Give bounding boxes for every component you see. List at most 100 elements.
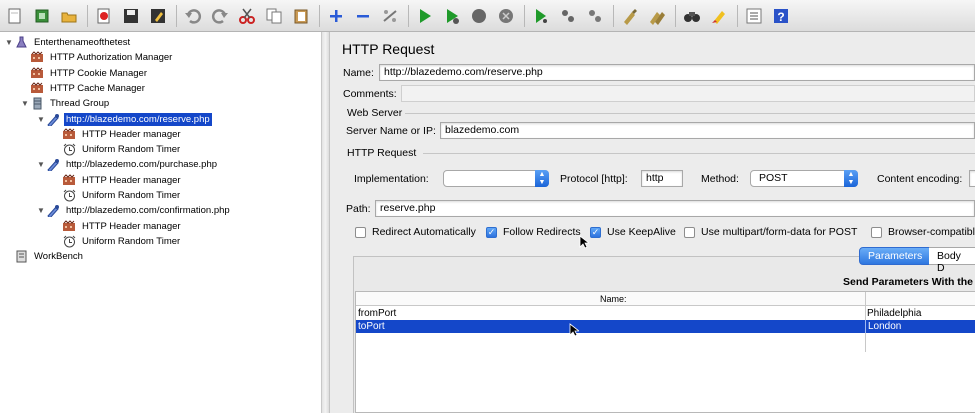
stop-icon[interactable]	[468, 5, 490, 27]
config-element-icon	[30, 81, 44, 95]
checkbox-label: Browser-compatibl	[888, 226, 975, 238]
clear-all-icon[interactable]	[646, 5, 668, 27]
undo-icon[interactable]	[182, 5, 204, 27]
server-name-field[interactable]: blazedemo.com	[440, 122, 975, 139]
splitter[interactable]	[322, 32, 330, 413]
expand-triangle-icon[interactable]: ▼	[36, 115, 46, 124]
checkbox-box	[355, 226, 366, 238]
toggle-icon[interactable]	[379, 5, 401, 27]
tree-item[interactable]: Uniform Random Timer	[52, 234, 182, 249]
use-keepalive-checkbox[interactable]: ✓ Use KeepAlive	[590, 226, 676, 238]
parameters-table: Name: fromPort Philadelphia toPort Londo…	[355, 291, 975, 413]
tree-item[interactable]: ▼ http://blazedemo.com/purchase.php	[36, 157, 219, 172]
param-name[interactable]: toPort	[356, 320, 385, 333]
http-request-group-label: HTTP Request	[347, 147, 417, 159]
config-element-icon	[30, 51, 44, 65]
protocol-field[interactable]: http	[641, 170, 683, 187]
expand-triangle-icon[interactable]: ▼	[4, 38, 14, 47]
remote-start-icon[interactable]	[530, 5, 552, 27]
paste-icon[interactable]	[290, 5, 312, 27]
tree-item[interactable]: Uniform Random Timer	[52, 188, 182, 203]
new-icon[interactable]	[4, 5, 26, 27]
expand-triangle-icon[interactable]: ▼	[20, 99, 30, 108]
name-label: Name:	[343, 67, 374, 79]
protocol-label: Protocol [http]:	[560, 173, 628, 185]
tree-item[interactable]: HTTP Cookie Manager	[20, 66, 149, 81]
timer-icon	[62, 189, 76, 203]
timer-icon	[62, 234, 76, 248]
help-icon[interactable]: ?	[770, 5, 792, 27]
open-icon[interactable]	[58, 5, 80, 27]
test-plan-icon	[14, 36, 28, 50]
expand-icon[interactable]	[325, 5, 347, 27]
remote-stop-icon[interactable]	[557, 5, 579, 27]
tree-item-label: HTTP Header manager	[82, 220, 181, 232]
checkbox-box: ✓	[590, 226, 601, 238]
tree-item[interactable]: ▼ Enterthenameofthetest	[4, 35, 132, 50]
path-field[interactable]: reserve.php	[375, 200, 975, 217]
tree-item[interactable]: HTTP Header manager	[52, 173, 183, 188]
tab-parameters[interactable]: Parameters	[859, 247, 932, 265]
tree-item[interactable]: HTTP Header manager	[52, 219, 183, 234]
comments-field[interactable]	[401, 85, 975, 102]
param-value[interactable]: Philadelphia	[865, 307, 922, 320]
tree-item-label: Uniform Random Timer	[82, 190, 181, 201]
close-icon[interactable]	[93, 5, 115, 27]
implementation-select[interactable]: ▲ ▼	[443, 170, 549, 187]
table-header: Name:	[356, 292, 975, 306]
tree-item[interactable]: Uniform Random Timer	[52, 142, 182, 157]
method-value: POST	[759, 172, 788, 184]
start-no-timers-icon[interactable]	[441, 5, 463, 27]
sampler-icon	[46, 112, 60, 126]
checkbox-box	[871, 226, 882, 238]
tree-item-label: HTTP Header manager	[82, 128, 181, 140]
table-row[interactable]: fromPort Philadelphia	[356, 307, 975, 320]
collapse-icon[interactable]	[352, 5, 374, 27]
table-row-selected[interactable]: toPort London	[356, 320, 975, 333]
param-name[interactable]: fromPort	[356, 307, 396, 320]
follow-redirects-checkbox[interactable]: ✓ Follow Redirects	[486, 226, 581, 238]
config-element-icon	[62, 173, 76, 187]
clear-icon[interactable]	[619, 5, 641, 27]
tree-item[interactable]: HTTP Header manager	[52, 127, 183, 142]
checkbox-label: Redirect Automatically	[372, 226, 476, 238]
templates-icon[interactable]	[31, 5, 53, 27]
browser-compatible-checkbox[interactable]: Browser-compatibl	[871, 226, 975, 238]
svg-text:?: ?	[777, 10, 784, 24]
name-field[interactable]: http://blazedemo.com/reserve.php	[379, 64, 975, 81]
save-as-icon[interactable]	[147, 5, 169, 27]
function-helper-icon[interactable]	[743, 5, 765, 27]
redo-icon[interactable]	[209, 5, 231, 27]
remote-shutdown-icon[interactable]	[584, 5, 606, 27]
tree-item[interactable]: ▼ http://blazedemo.com/reserve.php	[36, 112, 212, 127]
redirect-automatically-checkbox[interactable]: Redirect Automatically	[355, 226, 476, 238]
workbench-icon	[14, 250, 28, 264]
tree-item[interactable]: ▼ Thread Group	[20, 96, 111, 111]
tree-item[interactable]: HTTP Cache Manager	[20, 81, 147, 96]
save-icon[interactable]	[120, 5, 142, 27]
expand-triangle-icon[interactable]: ▼	[36, 206, 46, 215]
method-select[interactable]: POST ▲ ▼	[750, 170, 858, 187]
tree-item[interactable]: HTTP Authorization Manager	[20, 50, 174, 65]
content-encoding-label: Content encoding:	[877, 173, 963, 185]
comments-label: Comments:	[343, 88, 397, 100]
sampler-icon	[46, 204, 60, 218]
shutdown-icon[interactable]	[495, 5, 517, 27]
search-icon[interactable]	[681, 5, 703, 27]
tree-item[interactable]: WorkBench	[4, 249, 85, 264]
sampler-icon	[46, 158, 60, 172]
use-multipart-checkbox[interactable]: Use multipart/form-data for POST	[684, 226, 857, 238]
tree-item[interactable]: ▼ http://blazedemo.com/confirmation.php	[36, 203, 232, 218]
content-encoding-field[interactable]	[969, 170, 975, 187]
chevron-updown-icon: ▲ ▼	[535, 170, 549, 187]
reset-search-icon[interactable]	[708, 5, 730, 27]
copy-icon[interactable]	[263, 5, 285, 27]
tab-body-data[interactable]: Body D	[929, 247, 975, 274]
start-icon[interactable]	[414, 5, 436, 27]
tree-item-label: Uniform Random Timer	[82, 144, 181, 156]
config-element-icon	[30, 66, 44, 80]
param-value[interactable]: London	[865, 320, 901, 333]
expand-triangle-icon[interactable]: ▼	[36, 160, 46, 169]
tree-item-label: http://blazedemo.com/reserve.php	[64, 112, 212, 126]
cut-icon[interactable]	[236, 5, 258, 27]
